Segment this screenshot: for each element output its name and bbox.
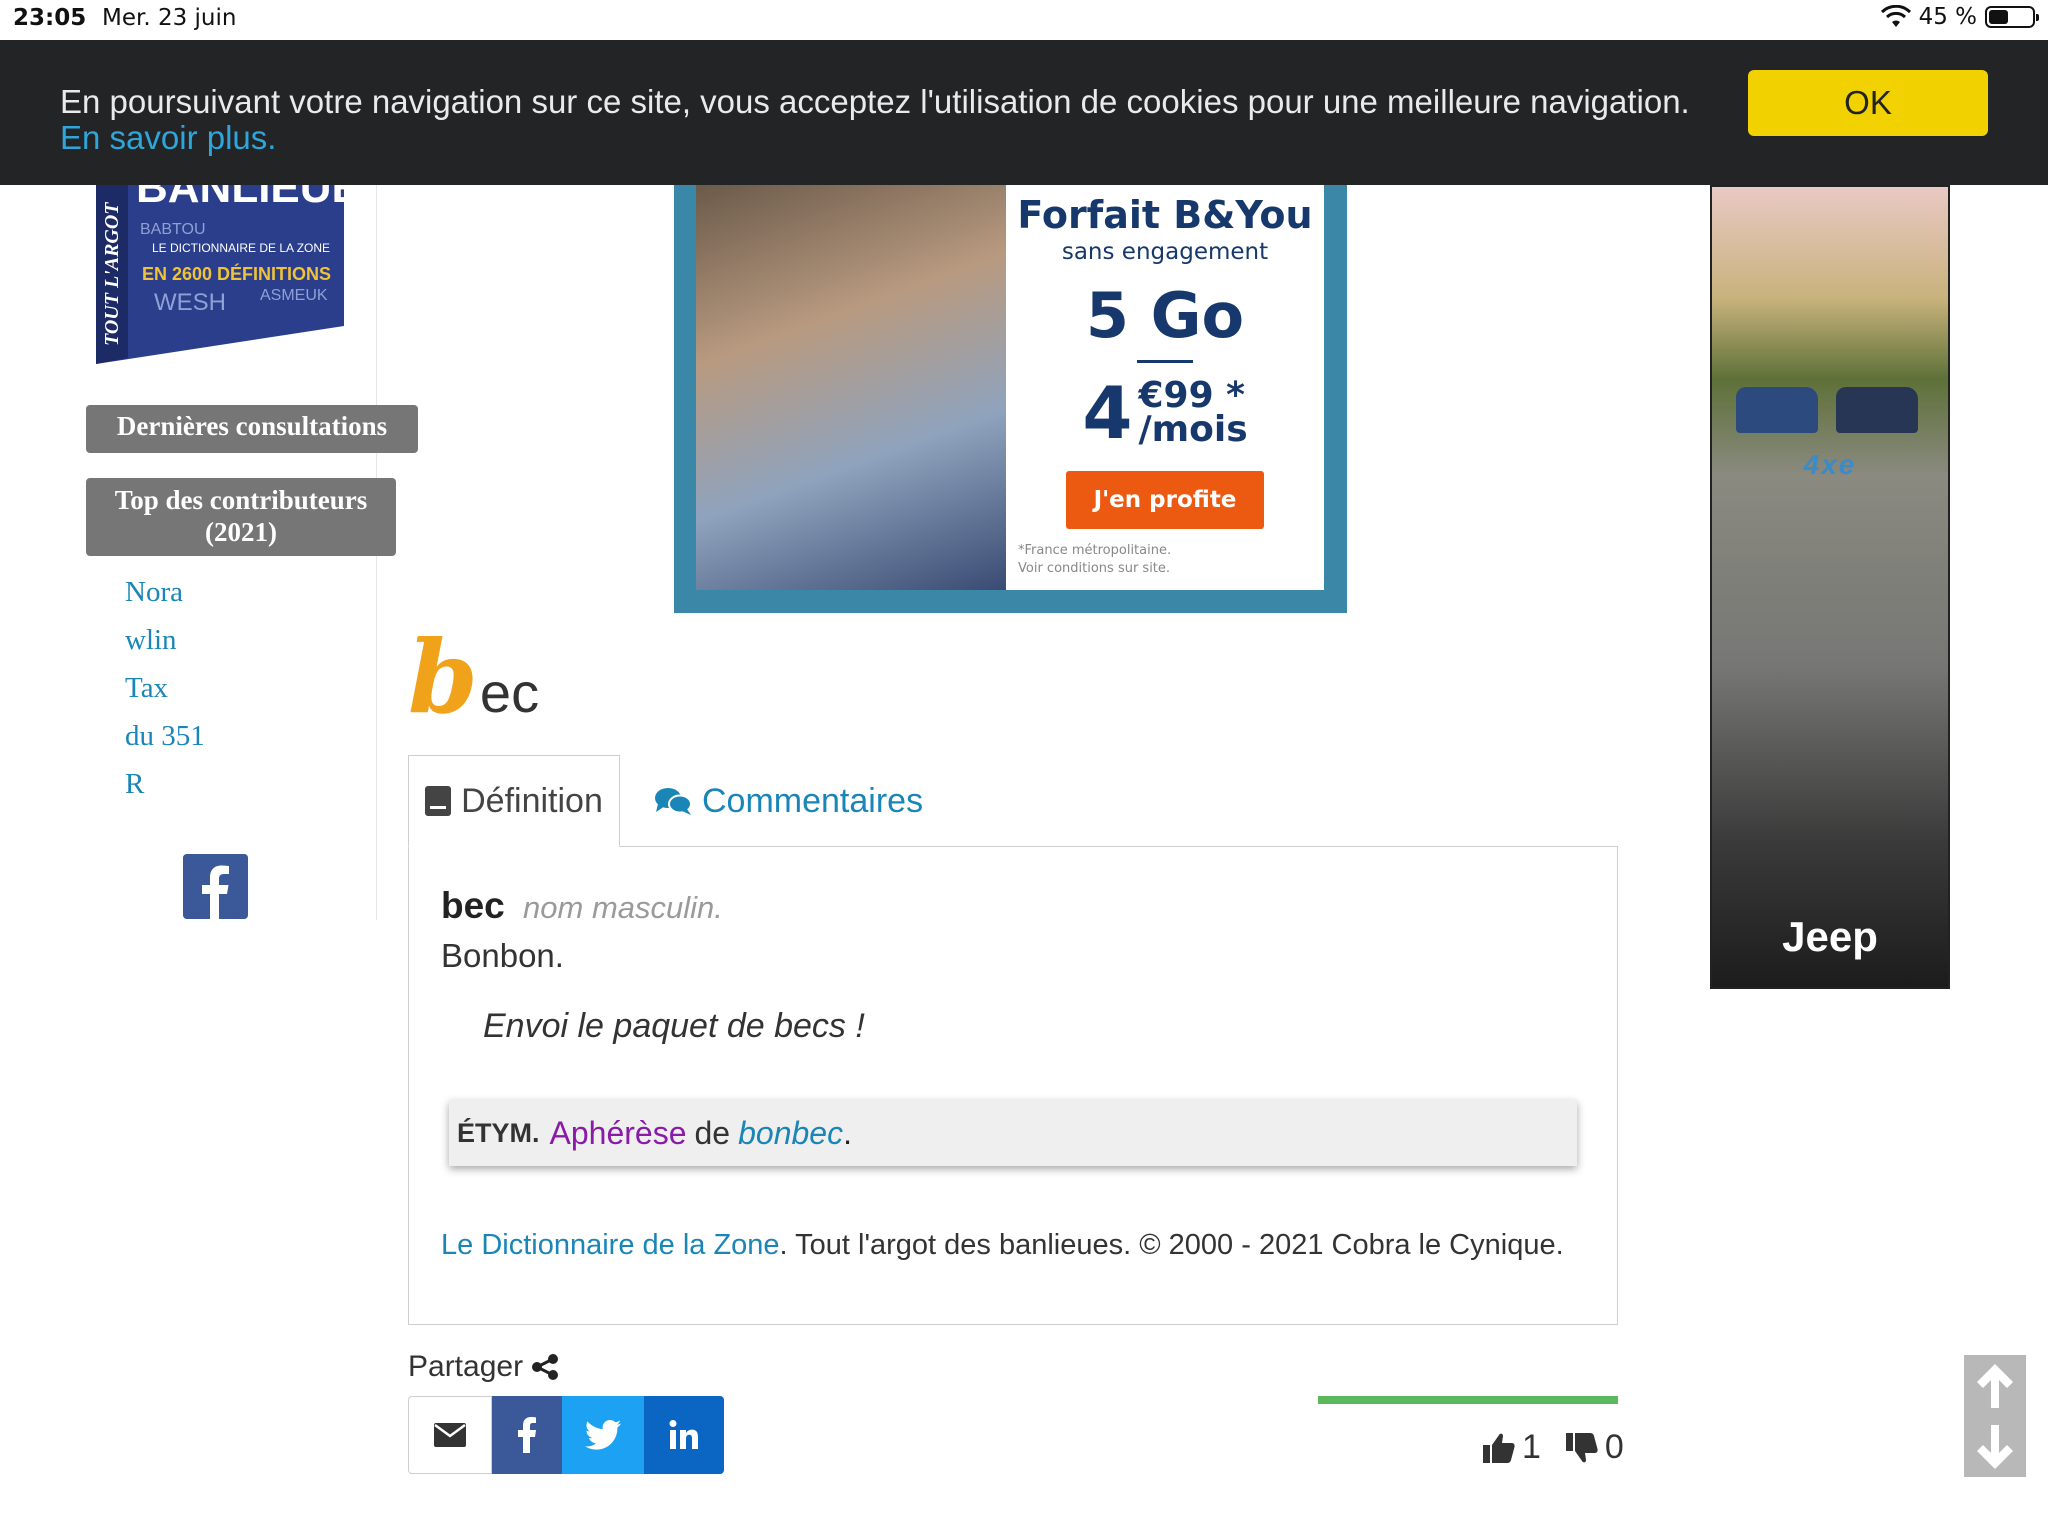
share-label: Partager [408, 1350, 559, 1384]
definition-pos: nom masculin. [523, 890, 723, 925]
contributor-link[interactable]: du 351 [125, 720, 205, 768]
vote-ratio-bar [1318, 1396, 1618, 1404]
twitter-icon [585, 1420, 621, 1450]
ad-banner-side[interactable]: 4xe Jeep [1710, 185, 1950, 989]
status-date: Mer. 23 juin [102, 5, 237, 31]
envelope-icon [434, 1423, 466, 1447]
share-twitter-button[interactable] [562, 1396, 644, 1474]
contributor-link[interactable]: Tax [125, 672, 205, 720]
ad-car-image [1736, 387, 1818, 433]
ad-banner-top[interactable]: Forfait B&You sans engagement 5 Go 4 €99… [674, 185, 1347, 613]
definition-example: Envoi le paquet de becs ! [483, 1007, 865, 1045]
recent-consultations-badge[interactable]: Dernières consultations [86, 405, 418, 453]
linkedin-icon [669, 1420, 698, 1449]
cookie-more-link[interactable]: En savoir plus. [60, 120, 1690, 156]
wifi-icon [1880, 5, 1911, 27]
share-facebook-button[interactable] [492, 1396, 562, 1474]
credit-text: . Tout l'argot des banlieues. © 2000 - 2… [779, 1229, 1564, 1261]
book-text-1: LE DICTIONNAIRE DE LA ZONE [152, 241, 330, 255]
cookie-message-block: En poursuivant votre navigation sur ce s… [60, 84, 1690, 156]
word-first-letter: b [408, 618, 478, 736]
ad-legal: *France métropolitaine. Voir conditions … [1018, 542, 1171, 578]
battery-icon [1985, 6, 2039, 28]
comments-icon [655, 788, 692, 815]
ad-brand: Forfait B&You [1017, 193, 1313, 237]
etymology-link-apherese[interactable]: Aphérèse [550, 1115, 687, 1152]
cookie-ok-button[interactable]: OK [1748, 70, 1988, 136]
tab-definition[interactable]: Définition [408, 755, 620, 847]
ad-legal-1: *France métropolitaine. [1018, 543, 1172, 558]
recent-consultations-label: Dernières consultations [116, 411, 388, 441]
ad-cta-button[interactable]: J'en profite [1065, 471, 1265, 529]
contributor-link[interactable]: wlin [125, 624, 205, 672]
ad-photo [696, 185, 1006, 590]
credit-line: Le Dictionnaire de la Zone. Tout l'argot… [441, 1229, 1564, 1262]
book-word-3: ASMEUK [260, 287, 328, 304]
credit-link[interactable]: Le Dictionnaire de la Zone [441, 1229, 780, 1261]
tab-definition-label: Définition [461, 781, 603, 820]
book-word-1: BABTOU [140, 221, 206, 238]
ad-jeep-logo: Jeep [1782, 913, 1878, 960]
etymology-box: ÉTYM. Aphérèse de bonbec . [449, 1100, 1577, 1166]
tab-comments-label: Commentaires [702, 781, 924, 820]
definition-term: bec [441, 885, 505, 926]
etymology-label: ÉTYM. [457, 1117, 540, 1148]
book-spine: TOUT L'ARGOT [101, 202, 123, 346]
ad-separator [1137, 360, 1193, 363]
vote-down[interactable]: 0 [1565, 1428, 1624, 1467]
etymology-mid: de [694, 1114, 731, 1151]
contributor-link[interactable]: R [125, 768, 205, 816]
share-icon [532, 1354, 559, 1380]
etymology-link-bonbec[interactable]: bonbec [738, 1115, 843, 1152]
facebook-icon[interactable] [183, 854, 248, 919]
etymology-end: . [843, 1114, 852, 1151]
ad-model-logo: 4xe [1803, 449, 1857, 480]
contributors-list: Nora wlin Tax du 351 R [125, 576, 205, 816]
vote-down-count: 0 [1604, 1428, 1624, 1466]
entry-tabs: Définition Commentaires [408, 755, 1618, 847]
arrow-up-icon[interactable] [1973, 1361, 2017, 1411]
contributor-link[interactable]: Nora [125, 576, 205, 624]
definition-text: Bonbon. [441, 937, 564, 974]
vote-up[interactable]: 1 [1482, 1428, 1541, 1467]
share-email-button[interactable] [408, 1396, 492, 1474]
top-contributors-year: (2021) [205, 517, 277, 547]
ad-card: Forfait B&You sans engagement 5 Go 4 €99… [1006, 185, 1324, 590]
battery-percent: 45 % [1918, 4, 1977, 30]
votes: 1 0 [1482, 1428, 1624, 1467]
top-contributors-label: Top des contributeurs [114, 485, 368, 515]
scroll-control [1964, 1355, 2026, 1477]
thumbs-down-icon [1565, 1432, 1598, 1462]
definition-heading: bec nom masculin. [441, 885, 723, 927]
ad-price-unit: /mois [1138, 409, 1248, 450]
word-title: bec [408, 618, 539, 736]
share-linkedin-button[interactable] [644, 1396, 724, 1474]
facebook-icon [518, 1417, 536, 1453]
share-text: Partager [408, 1350, 524, 1383]
book-icon [425, 786, 452, 816]
tab-comments[interactable]: Commentaires [654, 755, 923, 847]
ad-price-int: 4 [1082, 371, 1133, 455]
ad-legal-2: Voir conditions sur site. [1018, 561, 1171, 576]
book-text-2: EN 2600 DÉFINITIONS [142, 263, 331, 284]
vote-up-count: 1 [1522, 1428, 1541, 1466]
cookie-banner: En poursuivant votre navigation sur ce s… [0, 40, 2048, 185]
ad-price-detail: €99 * /mois [1138, 378, 1248, 450]
share-buttons [408, 1396, 724, 1474]
ad-car-image [1836, 387, 1918, 433]
status-time: 23:05 [13, 5, 87, 31]
top-contributors-badge[interactable]: Top des contributeurs (2021) [86, 478, 396, 556]
arrow-down-icon[interactable] [1973, 1422, 2017, 1472]
book-word-2: WESH [154, 289, 226, 316]
status-bar: 23:05 Mer. 23 juin 45 % [0, 0, 2048, 40]
ad-price: 4 €99 * /mois [1006, 371, 1324, 455]
cookie-message: En poursuivant votre navigation sur ce s… [60, 83, 1690, 120]
ad-data-amount: 5 Go [1085, 279, 1245, 352]
definition-panel: bec nom masculin. Bonbon. Envoi le paque… [408, 846, 1618, 1325]
word-rest: ec [479, 661, 540, 724]
status-right: 45 % [1880, 4, 2039, 30]
battery-level [1989, 10, 2008, 24]
thumbs-up-icon [1483, 1433, 1515, 1463]
ad-subtitle: sans engagement [1061, 239, 1269, 265]
